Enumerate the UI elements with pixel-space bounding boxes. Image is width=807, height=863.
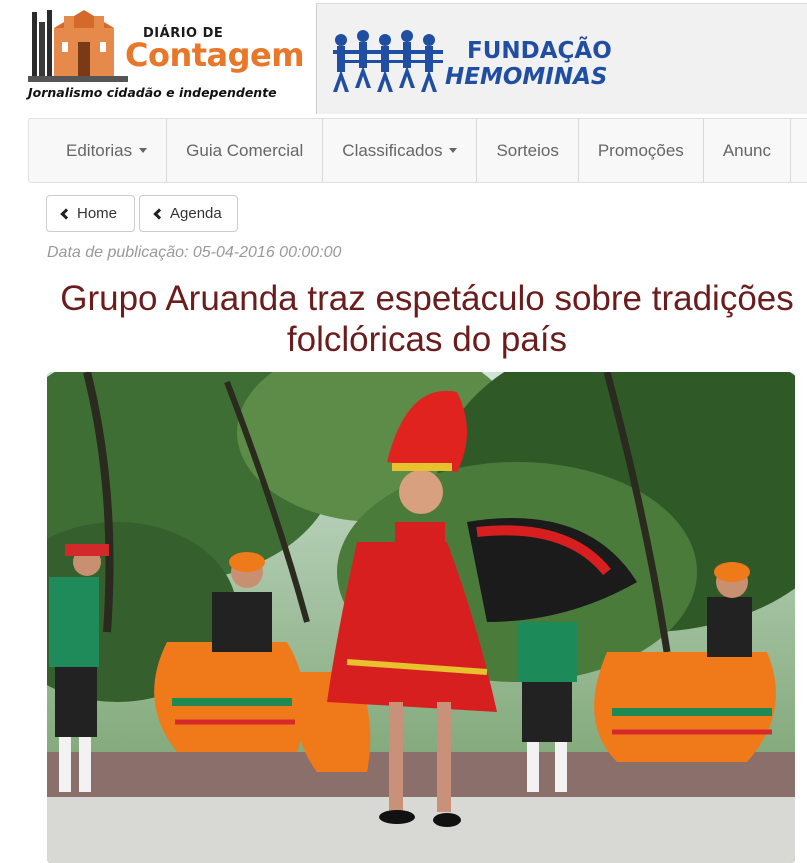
agenda-button[interactable]: Agenda bbox=[139, 195, 238, 232]
nav-item-guia-comercial[interactable]: Guia Comercial bbox=[167, 119, 324, 182]
home-button[interactable]: Home bbox=[46, 195, 135, 232]
banner-title-line1: FUNDAÇÃO bbox=[467, 38, 612, 64]
hemominas-figures-icon bbox=[333, 30, 443, 92]
nav-item-anuncie[interactable]: Anunc bbox=[704, 119, 792, 182]
nav-item-label: Editorias bbox=[66, 140, 133, 160]
publication-date: Data de publicação: 05-04-2016 00:00:00 bbox=[47, 244, 342, 261]
logo-tagline: Jornalismo cidadão e independente bbox=[28, 85, 277, 100]
nav-item-label: Anunc bbox=[722, 140, 772, 160]
nav-item-classificados[interactable]: Classificados bbox=[323, 119, 478, 182]
nav-item-label: Sorteios bbox=[496, 140, 559, 160]
main-navbar: Editorias Guia Comercial Classificados S… bbox=[28, 118, 807, 183]
folk-dancers-photo bbox=[47, 372, 795, 863]
home-button-label: Home bbox=[77, 205, 118, 222]
nav-item-label: Guia Comercial bbox=[186, 140, 304, 160]
agenda-button-label: Agenda bbox=[170, 205, 222, 222]
nav-item-label: Promoções bbox=[597, 140, 684, 160]
banner-title-line2: HEMOMINAS bbox=[445, 64, 608, 90]
nav-item-sorteios[interactable]: Sorteios bbox=[477, 119, 579, 182]
nav-item-editorias[interactable]: Editorias bbox=[29, 119, 168, 182]
chevron-left-icon bbox=[60, 207, 72, 220]
article-title: Grupo Aruanda traz espetáculo sobre trad… bbox=[60, 279, 794, 359]
caret-down-icon bbox=[449, 148, 458, 153]
logo-title: Contagem bbox=[125, 36, 305, 74]
article-photo bbox=[47, 372, 795, 863]
chevron-left-icon bbox=[153, 207, 165, 220]
site-logo[interactable]: DIÁRIO DE Contagem Jornalismo cidadão e … bbox=[0, 0, 316, 114]
caret-down-icon bbox=[139, 148, 148, 153]
ad-banner[interactable]: FUNDAÇÃO HEMOMINAS bbox=[316, 3, 807, 114]
nav-item-promocoes[interactable]: Promoções bbox=[579, 119, 704, 182]
nav-item-label: Classificados bbox=[342, 140, 443, 160]
city-skyline-icon bbox=[28, 10, 128, 82]
